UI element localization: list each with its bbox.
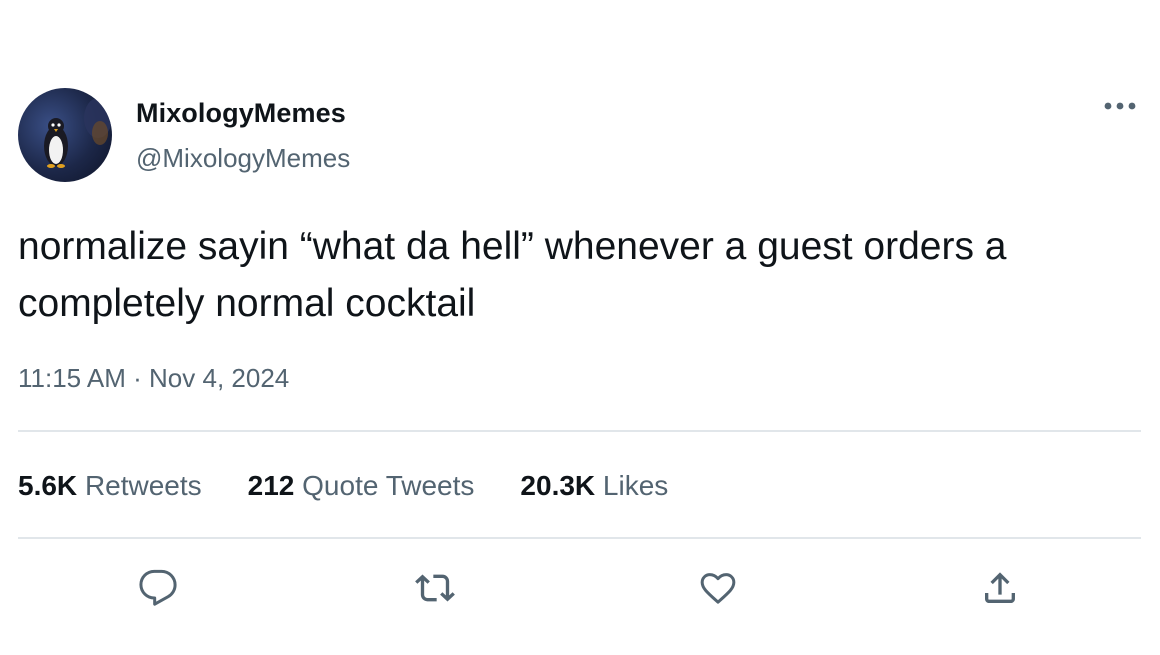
share-icon	[985, 572, 1015, 603]
more-options-button[interactable]	[1098, 92, 1142, 120]
avatar-image	[44, 98, 112, 168]
retweets-label: Retweets	[84, 470, 202, 501]
likes-stat[interactable]: 20.3K Likes	[520, 470, 668, 502]
quote-tweets-stat[interactable]: 212 Quote Tweets	[248, 470, 475, 502]
retweet-button[interactable]	[413, 566, 457, 610]
reply-button[interactable]	[136, 566, 180, 610]
divider	[18, 537, 1141, 539]
heart-icon	[700, 573, 736, 604]
avatar[interactable]	[18, 88, 112, 182]
tweet-card: MixologyMemes @MixologyMemes normalize s…	[0, 0, 1160, 655]
divider	[18, 430, 1141, 432]
likes-count: 20.3K	[520, 470, 596, 501]
retweets-stat[interactable]: 5.6K Retweets	[18, 470, 202, 502]
retweets-count: 5.6K	[18, 470, 78, 501]
likes-label: Likes	[602, 470, 669, 501]
more-icon	[1104, 102, 1136, 110]
retweet-icon	[415, 574, 455, 602]
tweet-text: normalize sayin “what da hell” whenever …	[18, 225, 1007, 325]
tweet-timestamp[interactable]: 11:15 AM · Nov 4, 2024	[18, 363, 289, 394]
share-button[interactable]	[978, 566, 1022, 610]
author-handle[interactable]: @MixologyMemes	[136, 143, 350, 174]
quote-tweets-label: Quote Tweets	[302, 470, 475, 501]
engagement-stats: 5.6K Retweets 212 Quote Tweets 20.3K Lik…	[18, 470, 714, 502]
like-button[interactable]	[696, 566, 740, 610]
reply-icon	[139, 569, 177, 606]
author-display-name[interactable]: MixologyMemes	[136, 98, 346, 129]
quote-tweets-count: 212	[247, 470, 295, 501]
